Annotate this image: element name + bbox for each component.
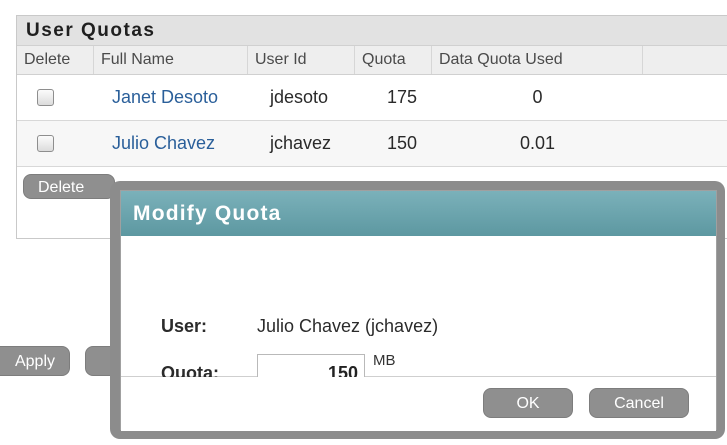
data-quota-used: 0 [532, 87, 543, 107]
user-id: jdesoto [270, 87, 329, 107]
user-id: jchavez [270, 133, 332, 153]
user-value: Julio Chavez (jchavez) [257, 316, 439, 336]
modify-quota-dialog: Modify Quota User: Julio Chavez (jchavez… [120, 190, 717, 431]
col-header-full-name: Full Name [94, 46, 248, 74]
col-header-user-id: User Id [248, 46, 355, 74]
table-row: Julio Chavez jchavez 150 0.01 [17, 121, 727, 167]
dialog-body: User: Julio Chavez (jchavez) Quota: MB [121, 236, 716, 392]
col-header-quota: Quota [355, 46, 432, 74]
full-name-link[interactable]: Julio Chavez [112, 121, 215, 166]
table-row: Janet Desoto jdesoto 175 0 [17, 75, 727, 121]
delete-checkbox[interactable] [37, 135, 54, 152]
panel-title: User Quotas [17, 16, 727, 45]
quota-value: 150 [387, 133, 418, 153]
delete-button[interactable]: Delete [23, 174, 115, 199]
user-label: User: [161, 316, 208, 336]
dialog-title[interactable]: Modify Quota [121, 191, 716, 236]
col-header-delete: Delete [17, 46, 94, 74]
delete-checkbox[interactable] [37, 89, 54, 106]
full-name-link[interactable]: Janet Desoto [112, 75, 218, 120]
quota-value: 175 [387, 87, 418, 107]
cancel-button[interactable]: Cancel [589, 388, 689, 418]
data-quota-used: 0.01 [519, 133, 556, 153]
apply-button[interactable]: Apply [0, 346, 70, 376]
table-header: Delete Full Name User Id Quota Data Quot… [17, 45, 727, 75]
page: User Quotas Delete Full Name User Id Quo… [0, 0, 727, 445]
col-header-data-quota-used: Data Quota Used [432, 46, 643, 74]
quota-unit: MB [373, 352, 396, 369]
dialog-footer: OK Cancel [121, 377, 716, 431]
ok-button[interactable]: OK [483, 388, 573, 418]
